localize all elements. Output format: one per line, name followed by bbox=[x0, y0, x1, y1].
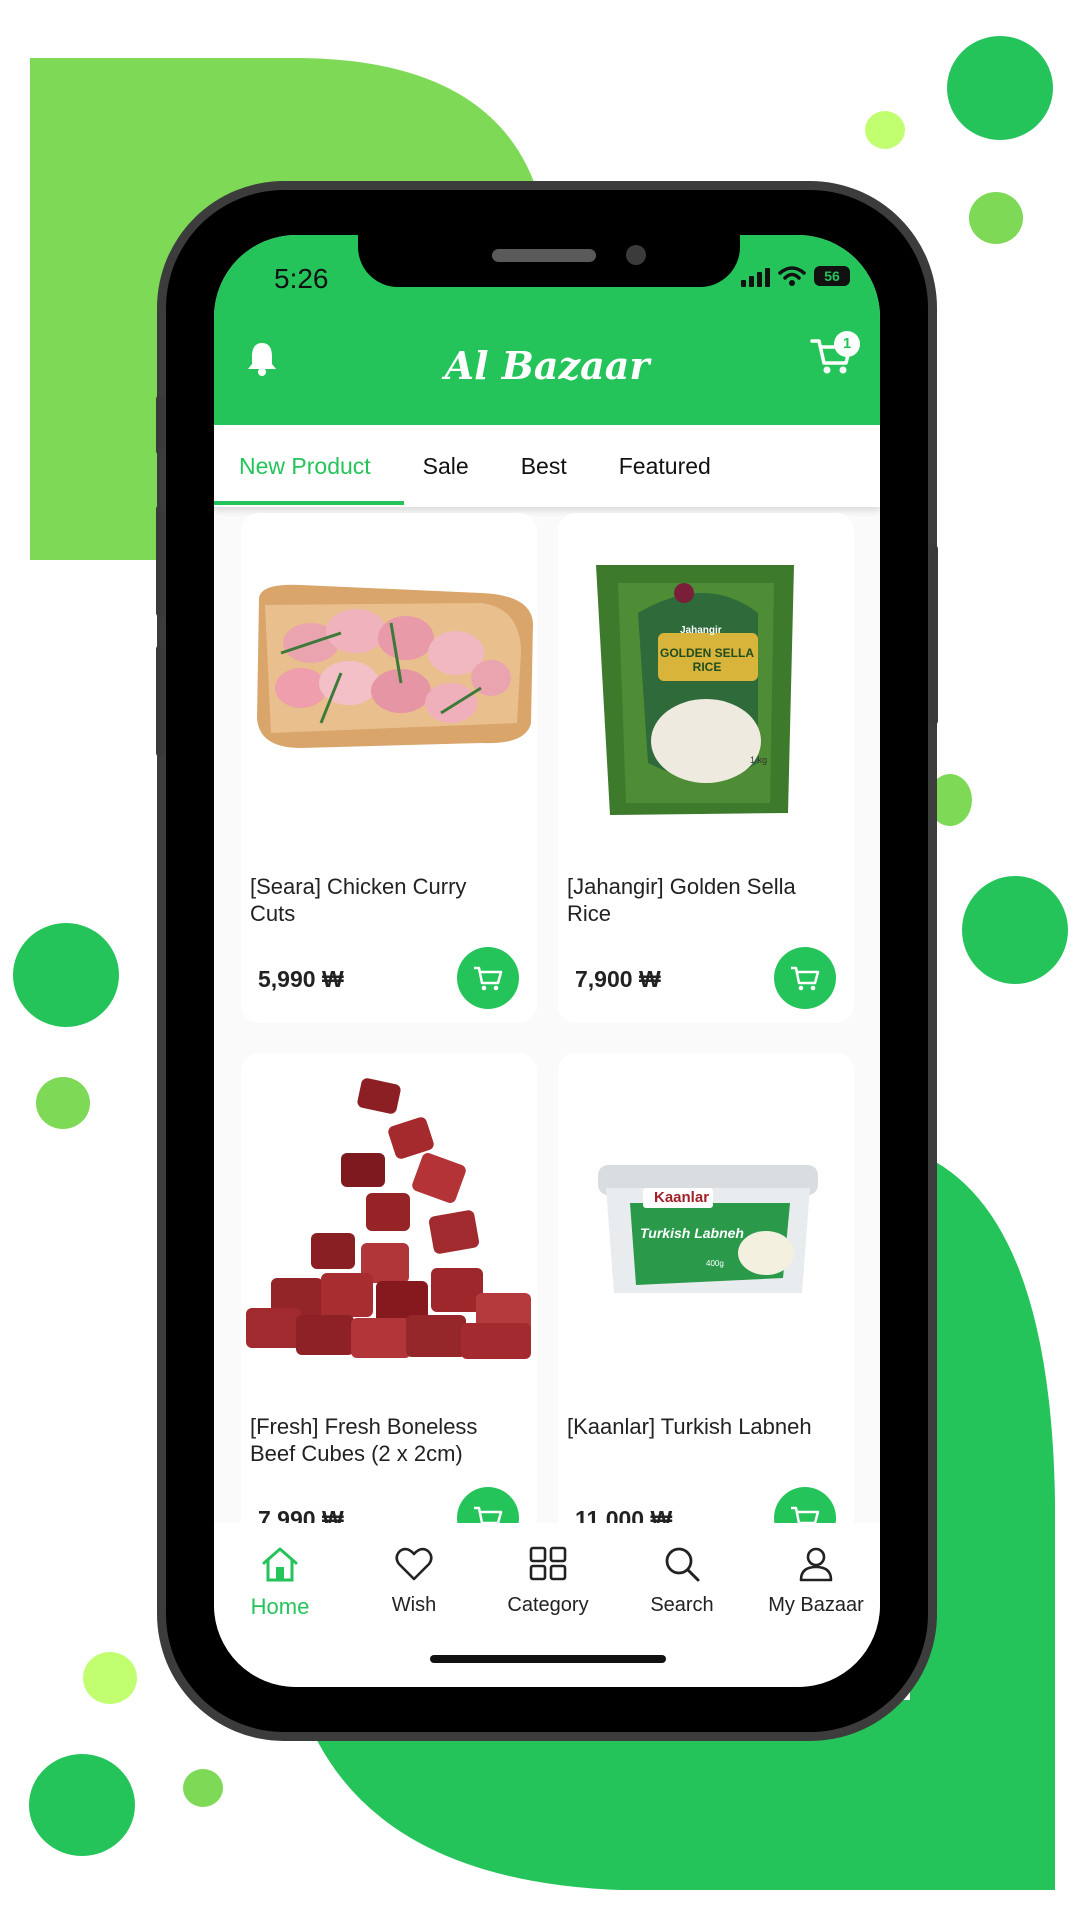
nav-label: Search bbox=[650, 1594, 714, 1616]
add-to-cart-button[interactable] bbox=[774, 947, 836, 1009]
add-to-cart-button[interactable] bbox=[774, 1487, 836, 1523]
product-price: 7,900 ₩ bbox=[575, 966, 661, 992]
nav-home[interactable]: Home bbox=[220, 1545, 340, 1620]
brand-logo: Al Bazaar bbox=[444, 343, 650, 388]
mute-switch bbox=[156, 395, 164, 455]
labneh-package-text: Turkish Labneh bbox=[640, 1225, 744, 1241]
power-button bbox=[930, 545, 938, 725]
rice-brand-label: Jahangir bbox=[680, 625, 722, 636]
signal-icon bbox=[741, 265, 770, 287]
product-price: 7,990 ₩ bbox=[258, 1506, 344, 1523]
speaker bbox=[492, 249, 596, 262]
product-image-labneh bbox=[598, 1165, 818, 1293]
product-image-chicken bbox=[257, 584, 533, 748]
product-card[interactable]: Jahangir GOLDEN SELLA RICE 1 kg [Jahangi… bbox=[558, 513, 854, 1023]
cart-icon bbox=[474, 1506, 503, 1523]
tab-new-product[interactable]: New Product bbox=[239, 425, 371, 507]
product-image-beef bbox=[246, 1078, 531, 1359]
rice-package-text: GOLDEN SELLA RICE bbox=[659, 646, 754, 674]
nav-category[interactable]: Category bbox=[488, 1545, 608, 1617]
product-name: [Fresh] Fresh Boneless Beef Cubes (2 x 2… bbox=[250, 1414, 478, 1466]
cart-icon bbox=[791, 966, 820, 991]
home-indicator bbox=[430, 1655, 666, 1663]
rice-weight-label: 1 kg bbox=[750, 755, 768, 765]
nav-my-bazaar[interactable]: My Bazaar bbox=[756, 1545, 876, 1617]
home-icon bbox=[262, 1547, 298, 1582]
nav-search[interactable]: Search bbox=[622, 1545, 742, 1617]
product-name: [Jahangir] Golden Sella Rice bbox=[567, 874, 796, 926]
cart-icon bbox=[474, 966, 503, 991]
product-card[interactable]: [Seara] Chicken Curry Cuts 5,990 ₩ bbox=[241, 513, 537, 1023]
product-grid: [Seara] Chicken Curry Cuts 5,990 ₩ Jahan… bbox=[214, 507, 880, 1523]
labneh-brand-label: Kaanlar bbox=[654, 1189, 710, 1206]
add-to-cart-button[interactable] bbox=[457, 1487, 519, 1523]
product-card[interactable]: Kaanlar Turkish Labneh 400g [Kaanlar] Tu… bbox=[558, 1053, 854, 1523]
app-screen: 5:26 56 Al Bazaar 1 New Product Sale Bes… bbox=[214, 235, 880, 1687]
search-icon bbox=[665, 1547, 700, 1582]
product-image-rice bbox=[596, 565, 794, 815]
cart-badge: 1 bbox=[834, 331, 860, 357]
heart-icon bbox=[395, 1547, 433, 1581]
active-tab-indicator bbox=[214, 501, 404, 505]
nav-label: Wish bbox=[391, 1594, 437, 1616]
battery-icon: 56 bbox=[814, 266, 850, 286]
category-tabs: New Product Sale Best Featured bbox=[214, 425, 880, 507]
camera bbox=[626, 245, 646, 265]
nav-label: Category bbox=[507, 1594, 589, 1616]
grid-icon bbox=[529, 1546, 567, 1581]
product-price: 5,990 ₩ bbox=[258, 966, 344, 992]
product-card[interactable]: [Fresh] Fresh Boneless Beef Cubes (2 x 2… bbox=[241, 1053, 537, 1523]
add-to-cart-button[interactable] bbox=[457, 947, 519, 1009]
tab-featured[interactable]: Featured bbox=[619, 425, 711, 507]
volume-down-button bbox=[156, 645, 164, 757]
product-name: [Kaanlar] Turkish Labneh bbox=[567, 1414, 812, 1439]
tab-best[interactable]: Best bbox=[521, 425, 567, 507]
nav-label: Home bbox=[250, 1594, 310, 1619]
labneh-weight-label: 400g bbox=[706, 1259, 724, 1268]
phone-frame: 5:26 56 Al Bazaar 1 New Product Sale Bes… bbox=[156, 190, 938, 1732]
product-name: [Seara] Chicken Curry Cuts bbox=[250, 874, 467, 926]
volume-up-button bbox=[156, 505, 164, 617]
nav-label: My Bazaar bbox=[768, 1594, 864, 1616]
tab-sale[interactable]: Sale bbox=[423, 425, 469, 507]
status-icons: 56 bbox=[741, 265, 850, 287]
product-price: 11,000 ₩ bbox=[575, 1506, 673, 1523]
user-icon bbox=[799, 1547, 833, 1582]
wifi-icon bbox=[778, 266, 806, 286]
status-time: 5:26 bbox=[274, 263, 329, 294]
cart-icon bbox=[791, 1506, 820, 1523]
nav-wish[interactable]: Wish bbox=[354, 1545, 474, 1617]
